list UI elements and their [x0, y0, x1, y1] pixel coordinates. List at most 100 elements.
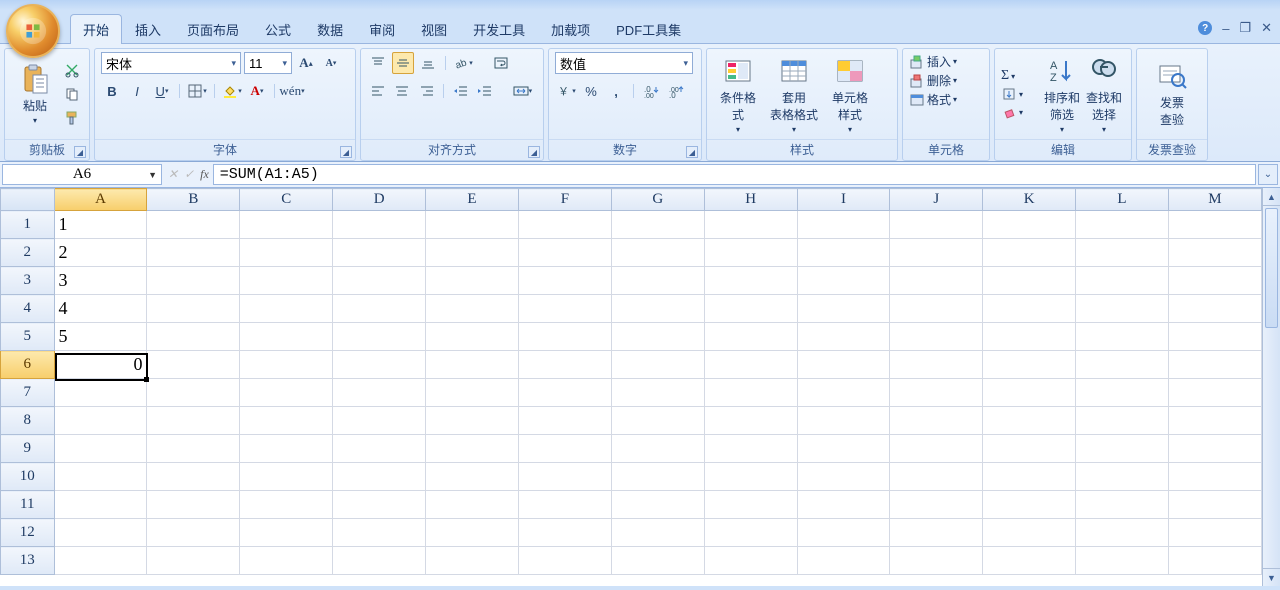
align-top-button[interactable]: [367, 52, 389, 74]
cell-I5[interactable]: [797, 323, 890, 351]
orientation-button[interactable]: ab▾: [452, 52, 474, 74]
col-header-D[interactable]: D: [333, 189, 426, 211]
cell-M6[interactable]: [1168, 351, 1261, 379]
row-header-13[interactable]: 13: [1, 547, 55, 575]
cell-J5[interactable]: [890, 323, 983, 351]
cell-E6[interactable]: [426, 351, 519, 379]
help-icon[interactable]: ?: [1198, 21, 1212, 35]
cell-J2[interactable]: [890, 239, 983, 267]
cell-G13[interactable]: [611, 547, 704, 575]
cell-E12[interactable]: [426, 519, 519, 547]
cell-D5[interactable]: [333, 323, 426, 351]
cell-C6[interactable]: [240, 351, 333, 379]
wrap-text-button[interactable]: [490, 52, 512, 74]
cell-J10[interactable]: [890, 463, 983, 491]
col-header-G[interactable]: G: [611, 189, 704, 211]
col-header-M[interactable]: M: [1168, 189, 1261, 211]
name-box[interactable]: A6 ▼: [2, 164, 162, 185]
cell-M9[interactable]: [1168, 435, 1261, 463]
cell-G2[interactable]: [611, 239, 704, 267]
cell-I10[interactable]: [797, 463, 890, 491]
number-format-select[interactable]: 数值▾: [555, 52, 693, 74]
cell-F10[interactable]: [518, 463, 611, 491]
cell-E5[interactable]: [426, 323, 519, 351]
vertical-scrollbar[interactable]: ▲ ▼: [1262, 188, 1280, 586]
row-header-6[interactable]: 6: [1, 351, 55, 379]
cell-C10[interactable]: [240, 463, 333, 491]
cell-C3[interactable]: [240, 267, 333, 295]
cell-E4[interactable]: [426, 295, 519, 323]
cell-B8[interactable]: [147, 407, 240, 435]
row-header-12[interactable]: 12: [1, 519, 55, 547]
cell-F5[interactable]: [518, 323, 611, 351]
cell-B9[interactable]: [147, 435, 240, 463]
sort-filter-button[interactable]: AZ 排序和 筛选▾: [1041, 53, 1083, 136]
italic-button[interactable]: I: [126, 80, 148, 102]
cell-F3[interactable]: [518, 267, 611, 295]
cell-L5[interactable]: [1076, 323, 1169, 351]
decrease-indent-button[interactable]: [450, 80, 471, 102]
invoice-check-button[interactable]: 发票 查验: [1143, 58, 1201, 130]
cell-A4[interactable]: 4: [54, 295, 147, 323]
cell-E7[interactable]: [426, 379, 519, 407]
font-color-button[interactable]: A▾: [246, 80, 268, 102]
font-launcher[interactable]: ◢: [340, 146, 352, 158]
cell-I2[interactable]: [797, 239, 890, 267]
cell-L8[interactable]: [1076, 407, 1169, 435]
cell-A12[interactable]: [54, 519, 147, 547]
tab-开始[interactable]: 开始: [70, 14, 122, 44]
cell-F9[interactable]: [518, 435, 611, 463]
cell-B11[interactable]: [147, 491, 240, 519]
cell-H5[interactable]: [704, 323, 797, 351]
conditional-format-button[interactable]: 条件格式▾: [713, 53, 763, 136]
format-painter-button[interactable]: [61, 107, 83, 129]
cell-M7[interactable]: [1168, 379, 1261, 407]
cell-M12[interactable]: [1168, 519, 1261, 547]
cell-M11[interactable]: [1168, 491, 1261, 519]
cell-F7[interactable]: [518, 379, 611, 407]
phonetic-button[interactable]: wén▾: [281, 80, 303, 102]
cell-H11[interactable]: [704, 491, 797, 519]
cell-D3[interactable]: [333, 267, 426, 295]
number-launcher[interactable]: ◢: [686, 146, 698, 158]
cell-A6[interactable]: 0: [54, 351, 147, 379]
cell-L11[interactable]: [1076, 491, 1169, 519]
cell-H13[interactable]: [704, 547, 797, 575]
cell-J9[interactable]: [890, 435, 983, 463]
cell-G3[interactable]: [611, 267, 704, 295]
border-button[interactable]: ▾: [186, 80, 208, 102]
cell-B12[interactable]: [147, 519, 240, 547]
scroll-thumb[interactable]: [1265, 208, 1278, 328]
cell-C5[interactable]: [240, 323, 333, 351]
merge-center-button[interactable]: ▾: [508, 80, 537, 102]
cell-K4[interactable]: [983, 295, 1076, 323]
cell-L3[interactable]: [1076, 267, 1169, 295]
copy-button[interactable]: [61, 83, 83, 105]
cell-I11[interactable]: [797, 491, 890, 519]
cell-D4[interactable]: [333, 295, 426, 323]
cell-J13[interactable]: [890, 547, 983, 575]
cell-F11[interactable]: [518, 491, 611, 519]
cell-A2[interactable]: 2: [54, 239, 147, 267]
cell-K5[interactable]: [983, 323, 1076, 351]
comma-button[interactable]: ,: [605, 80, 627, 102]
cell-M10[interactable]: [1168, 463, 1261, 491]
office-button[interactable]: [6, 4, 60, 58]
cell-G7[interactable]: [611, 379, 704, 407]
col-header-K[interactable]: K: [983, 189, 1076, 211]
expand-formula-bar-button[interactable]: ⌄: [1258, 164, 1278, 185]
formula-input[interactable]: =SUM(A1:A5): [213, 164, 1256, 185]
cell-G10[interactable]: [611, 463, 704, 491]
tab-加载项[interactable]: 加载项: [538, 14, 603, 44]
accounting-format-button[interactable]: ￥▾: [555, 80, 577, 102]
align-right-button[interactable]: [416, 80, 437, 102]
enter-formula-button[interactable]: ✓: [184, 167, 194, 182]
cell-J1[interactable]: [890, 211, 983, 239]
cell-B10[interactable]: [147, 463, 240, 491]
fill-color-button[interactable]: ▾: [221, 80, 243, 102]
row-header-3[interactable]: 3: [1, 267, 55, 295]
cell-A9[interactable]: [54, 435, 147, 463]
cell-G12[interactable]: [611, 519, 704, 547]
fx-button[interactable]: fx: [200, 167, 209, 182]
cell-H8[interactable]: [704, 407, 797, 435]
